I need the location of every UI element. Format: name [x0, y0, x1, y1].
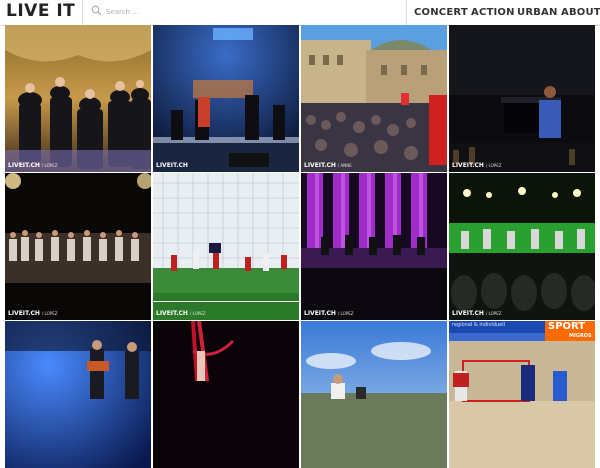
- divider: [82, 0, 83, 25]
- gallery-tile[interactable]: regional & individuell SPORT MIGROS: [449, 321, 595, 468]
- photo-credit-sub: / LOPEZ: [337, 311, 354, 316]
- photo-credit: LIVEIT.CH: [8, 162, 40, 169]
- nav-urban[interactable]: URBAN: [517, 0, 558, 25]
- photo-credit: LIVEIT.CH: [156, 310, 188, 317]
- gallery-tile[interactable]: LIVEIT.CH / LOPEZ: [449, 173, 595, 320]
- photo-image: [153, 173, 299, 320]
- photo-image: [449, 173, 595, 320]
- gallery-tile[interactable]: LIVEIT.CH / LOPEZ: [153, 173, 299, 320]
- gallery-tile[interactable]: LIVEIT.CH / LOPEZ: [301, 173, 447, 320]
- photo-credit-sub: / LOPEZ: [485, 311, 502, 316]
- photo-credit-sub: / LOPEZ: [485, 163, 502, 168]
- banner-tagline: regional & individuell: [452, 322, 506, 328]
- nav-about[interactable]: ABOUT: [561, 0, 600, 25]
- divider: [406, 0, 407, 25]
- photo-credit: LIVEIT.CH: [156, 162, 188, 169]
- nav-concert[interactable]: CONCERT: [414, 0, 468, 25]
- photo-image: [153, 321, 299, 468]
- banner-brand: SPORT: [548, 321, 586, 332]
- photo-image: [449, 25, 595, 172]
- photo-image: [301, 173, 447, 320]
- photo-credit: LIVEIT.CH: [8, 310, 40, 317]
- photo-image: [153, 25, 299, 172]
- gallery-tile[interactable]: [301, 321, 447, 468]
- photo-credit-sub: / LOPEZ: [189, 311, 206, 316]
- photo-image: [301, 321, 447, 468]
- photo-image: [449, 321, 595, 468]
- gallery-tile[interactable]: LIVEIT.CH / LOPEZ: [5, 25, 151, 172]
- gallery-tile[interactable]: LIVEIT.CH / LOPEZ: [5, 173, 151, 320]
- gallery-tile[interactable]: LIVEIT.CH: [153, 25, 299, 172]
- photo-image: [5, 321, 151, 468]
- nav-action[interactable]: ACTION: [471, 0, 515, 25]
- site-logo[interactable]: LIVE IT: [6, 1, 75, 21]
- search-input[interactable]: [106, 4, 396, 20]
- photo-image: [301, 25, 447, 172]
- photo-credit: LIVEIT.CH: [452, 162, 484, 169]
- banner-brand-2: MIGROS: [569, 333, 592, 339]
- photo-image: [5, 25, 151, 172]
- gallery-tile[interactable]: LIVEIT.CH / LOPEZ: [449, 25, 595, 172]
- gallery-tile[interactable]: [153, 321, 299, 468]
- photo-credit-sub: / LOPEZ: [41, 163, 58, 168]
- gallery-tile[interactable]: LIVEIT.CH / ANNE: [301, 25, 447, 172]
- photo-credit: LIVEIT.CH: [304, 162, 336, 169]
- photo-credit-sub: / LOPEZ: [41, 311, 58, 316]
- photo-credit: LIVEIT.CH: [452, 310, 484, 317]
- search-icon: [91, 5, 102, 16]
- photo-image: [5, 173, 151, 320]
- top-bar: LIVE IT CONCERT ACTION URBAN ABOUT: [0, 0, 600, 26]
- photo-credit-sub: / ANNE: [337, 163, 352, 168]
- photo-credit: LIVEIT.CH: [304, 310, 336, 317]
- gallery-tile[interactable]: [5, 321, 151, 468]
